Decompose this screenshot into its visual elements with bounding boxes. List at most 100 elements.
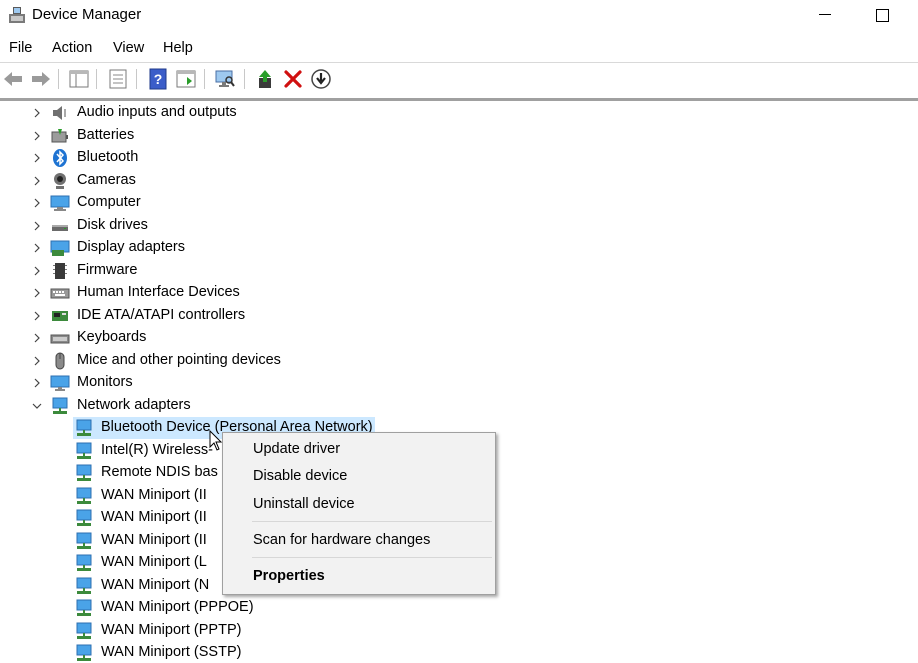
run-icon[interactable] [175,68,197,90]
tree-category-label: Human Interface Devices [77,284,240,300]
tree-category-row[interactable]: Firmware [0,260,918,283]
window-title: Device Manager [32,6,142,23]
properties-icon[interactable] [107,68,129,90]
monitor-icon [50,375,70,391]
tree-device-label: WAN Miniport (SSTP) [101,644,242,660]
tree-category-row[interactable]: Bluetooth [0,147,918,170]
scan-hardware-icon[interactable] [214,68,236,90]
tree-category-row[interactable]: Cameras [0,170,918,193]
network-adapter-icon [76,532,92,549]
toolbar: ? [0,62,918,94]
mouse-cursor-icon [209,430,223,451]
update-driver-menu-item[interactable]: Update driver [223,437,495,463]
help-icon[interactable]: ? [147,68,169,90]
toolbar-separator [58,69,59,89]
toolbar-separator [136,69,137,89]
tree-category-row[interactable]: Audio inputs and outputs [0,102,918,125]
network-adapter-icon [76,577,92,594]
tree-category-label: IDE ATA/ATAPI controllers [77,306,246,323]
show-hide-tree-icon[interactable] [68,68,90,90]
disable-device-menu-item[interactable]: Disable device [223,464,495,490]
uninstall-icon[interactable] [282,68,304,90]
tree-category-label: Mice and other pointing devices [77,351,281,368]
tree-category-row[interactable]: Keyboards [0,327,918,350]
back-arrow-icon[interactable] [2,68,24,90]
chevron-down-icon[interactable] [32,399,42,413]
tree-category-label: Cameras [77,171,136,188]
chevron-right-icon[interactable] [32,219,42,233]
uninstall-device-label: Uninstall device [253,496,355,512]
network-adapter-icon [76,622,92,639]
chevron-right-icon[interactable] [32,129,42,143]
chevron-right-icon[interactable] [32,286,42,300]
tree-category-row[interactable]: IDE ATA/ATAPI controllers [0,305,918,328]
scan-hardware-menu-item[interactable]: Scan for hardware changes [223,528,495,554]
chevron-right-icon[interactable] [32,151,42,165]
tree-device-label: WAN Miniport (II [101,509,207,525]
toolbar-divider [0,98,918,101]
chevron-right-icon[interactable] [32,376,42,390]
tree-category-row[interactable]: Network adapters [0,395,918,418]
tree-category-row[interactable]: Mice and other pointing devices [0,350,918,373]
chevron-right-icon[interactable] [32,106,42,120]
chevron-right-icon[interactable] [32,174,42,188]
toolbar-separator [204,69,205,89]
disable-device-icon[interactable] [310,68,332,90]
minimize-button[interactable] [812,3,840,27]
disable-device-label: Disable device [253,468,348,484]
tree-device-row[interactable]: WAN Miniport (PPPOE) [0,597,918,620]
battery-icon [51,128,68,142]
tree-device-label: WAN Miniport (L [101,554,207,570]
bluetooth-icon [53,149,67,167]
tree-category-label: Bluetooth [77,149,139,165]
network-adapter-icon [76,487,92,504]
hid-icon [50,288,70,299]
tree-category-label: Display adapters [77,239,185,255]
ide-controller-icon [52,310,68,321]
tree-category-label: Network adapters [77,396,191,413]
mouse-icon [55,352,65,369]
chevron-right-icon[interactable] [32,196,42,210]
tree-category-row[interactable]: Human Interface Devices [0,282,918,305]
update-driver-label: Update driver [253,441,341,457]
tree-device-row[interactable]: WAN Miniport (SSTP) [0,642,918,663]
keyboard-icon [50,334,70,344]
update-driver-icon[interactable] [254,68,276,90]
tree-device-label: Intel(R) Wireless- [101,441,213,458]
menu-separator [252,521,492,522]
svg-text:?: ? [154,71,163,87]
context-menu: Update driver Disable device Uninstall d… [222,432,496,595]
chevron-right-icon[interactable] [32,264,42,278]
maximize-button[interactable] [868,3,896,27]
chevron-right-icon[interactable] [32,331,42,345]
properties-menu-item[interactable]: Properties [223,564,495,590]
chevron-right-icon[interactable] [32,309,42,323]
tree-category-row[interactable]: Computer [0,192,918,215]
uninstall-device-menu-item[interactable]: Uninstall device [223,492,495,518]
network-adapter-icon [76,509,92,526]
tree-category-row[interactable]: Batteries [0,125,918,148]
menu-help[interactable]: Help [163,38,193,58]
chevron-right-icon[interactable] [32,241,42,255]
network-adapter-icon [76,554,92,571]
tree-device-label: WAN Miniport (II [101,531,207,548]
tree-category-row[interactable]: Display adapters [0,237,918,260]
tree-device-row[interactable]: WAN Miniport (PPTP) [0,620,918,643]
title-bar: Device Manager [0,0,918,31]
menu-action[interactable]: Action [52,38,92,58]
menu-separator [252,557,492,558]
tree-device-label: Remote NDIS bas [101,464,218,480]
forward-arrow-icon[interactable] [30,68,52,90]
chevron-right-icon[interactable] [32,354,42,368]
menu-file[interactable]: File [9,38,32,58]
tree-category-row[interactable]: Disk drives [0,215,918,238]
tree-category-label: Audio inputs and outputs [77,104,237,120]
network-adapter-icon [76,599,92,616]
menu-view[interactable]: View [113,38,144,58]
display-adapter-icon [50,240,70,256]
network-adapter-icon [76,419,92,436]
tree-category-label: Computer [77,194,141,210]
firmware-icon [53,262,67,279]
device-manager-icon [9,7,25,23]
tree-category-row[interactable]: Monitors [0,372,918,395]
